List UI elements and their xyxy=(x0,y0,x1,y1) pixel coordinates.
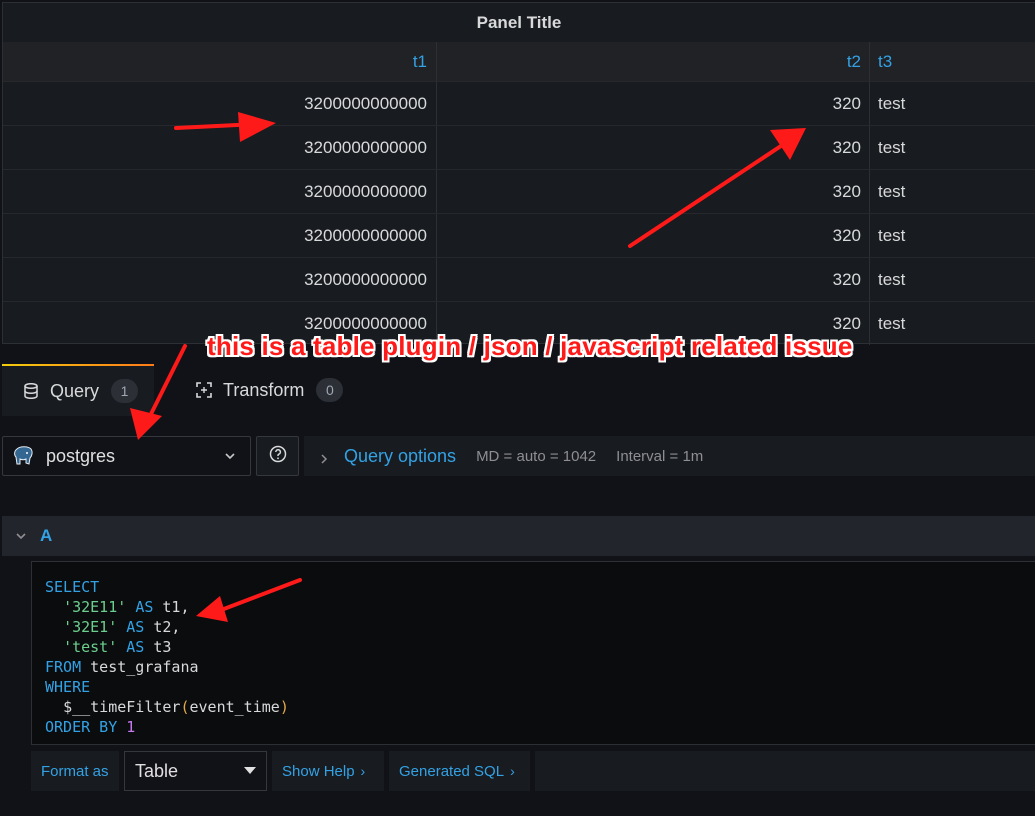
table-cell: 3200000000000 xyxy=(3,82,437,125)
question-circle-icon xyxy=(269,445,287,468)
table-cell: test xyxy=(878,138,906,157)
format-as-select[interactable]: Table xyxy=(124,751,267,791)
generated-sql-label: Generated SQL xyxy=(399,762,505,780)
bottom-bar-filler xyxy=(535,751,1035,791)
sql-keyword: AS xyxy=(126,638,145,656)
query-row-header[interactable]: A xyxy=(2,516,1035,556)
sql-table: test_grafana xyxy=(90,658,199,676)
sql-number: 1 xyxy=(126,718,136,736)
show-help-button[interactable]: Show Help › xyxy=(272,751,384,791)
table-row: 3200000000000 320 test xyxy=(3,213,1035,257)
table-cell: 3200000000000 xyxy=(3,258,437,301)
chevron-right-icon xyxy=(318,450,330,464)
tab-query[interactable]: Query 1 xyxy=(2,364,154,416)
sql-macro: $__timeFilter xyxy=(63,698,181,716)
sql-editor[interactable]: SELECT '32E11' AS t1, '32E1' AS t2, 'tes… xyxy=(31,561,1035,745)
format-as-value: Table xyxy=(135,760,179,781)
sql-keyword: SELECT xyxy=(45,578,100,596)
table-cell: test xyxy=(878,182,906,201)
sql-alias: t3 xyxy=(153,638,172,656)
count-badge: 1 xyxy=(111,379,139,403)
table-cell: 320 xyxy=(437,258,870,301)
max-data-points-info: MD = auto = 1042 xyxy=(476,447,597,465)
table-row: 3200000000000 320 test xyxy=(3,169,1035,213)
generated-sql-button[interactable]: Generated SQL › xyxy=(389,751,530,791)
table-row: 3200000000000 320 test xyxy=(3,81,1035,125)
table-header: t1 t2 t3 xyxy=(3,42,1035,81)
sql-alias: t1, xyxy=(162,598,190,616)
interval-info: Interval = 1m xyxy=(616,447,704,465)
table-row: 3200000000000 320 test xyxy=(3,257,1035,301)
sql-arg: event_time xyxy=(189,698,280,716)
sql-keyword: ORDER BY xyxy=(45,718,118,736)
chevron-right-icon: › xyxy=(510,763,515,779)
data-table: t1 t2 t3 3200000000000 320 test 32000000… xyxy=(3,42,1035,345)
sql-paren: ) xyxy=(279,698,289,716)
tab-label: Query xyxy=(50,380,100,401)
query-ref-id[interactable]: A xyxy=(40,526,52,546)
table-cell: 320 xyxy=(437,126,870,169)
postgres-elephant-icon xyxy=(13,445,35,467)
sql-paren: ( xyxy=(180,698,190,716)
panel-title[interactable]: Panel Title xyxy=(3,3,1035,42)
datasource-picker[interactable]: postgres xyxy=(2,436,251,476)
sql-keyword: FROM xyxy=(45,658,82,676)
table-cell: 320 xyxy=(437,82,870,125)
chevron-right-icon: › xyxy=(360,763,366,779)
table-cell: 3200000000000 xyxy=(3,170,437,213)
column-header-t2[interactable]: t2 xyxy=(437,42,870,81)
count-badge: 0 xyxy=(316,378,344,402)
annotation-text: this is a table plugin / json / javascri… xyxy=(207,331,853,361)
transform-icon xyxy=(195,381,213,399)
table-cell: test xyxy=(878,226,906,245)
database-icon xyxy=(22,382,40,400)
sql-alias: t2, xyxy=(153,618,181,636)
sql-string: '32E11' xyxy=(63,598,127,616)
datasource-help-button[interactable] xyxy=(256,436,299,476)
chevron-down-icon xyxy=(222,448,238,464)
table-cell: test xyxy=(878,314,906,333)
datasource-name: postgres xyxy=(46,445,116,466)
table-cell: test xyxy=(878,94,906,113)
query-options-label[interactable]: Query options xyxy=(344,446,456,467)
column-header-t1[interactable]: t1 xyxy=(3,42,437,81)
table-cell: 3200000000000 xyxy=(3,214,437,257)
format-as-label: Format as xyxy=(31,751,119,791)
tab-transform[interactable]: Transform 0 xyxy=(195,364,344,416)
table-cell: 320 xyxy=(437,170,870,213)
chevron-down-icon[interactable] xyxy=(14,529,28,543)
sql-keyword: WHERE xyxy=(45,678,91,696)
table-cell: 320 xyxy=(437,214,870,257)
sql-keyword: AS xyxy=(126,618,145,636)
query-options-bar[interactable]: Query options MD = auto = 1042 Interval … xyxy=(304,436,1035,476)
sql-string: 'test' xyxy=(63,638,118,656)
table-cell: 3200000000000 xyxy=(3,126,437,169)
table-panel: Panel Title t1 t2 t3 3200000000000 320 t… xyxy=(2,2,1035,345)
table-row: 3200000000000 320 test xyxy=(3,125,1035,169)
sql-keyword: AS xyxy=(135,598,154,616)
table-cell: test xyxy=(878,270,906,289)
show-help-label: Show Help xyxy=(282,762,355,780)
caret-down-icon xyxy=(244,767,256,774)
sql-string: '32E1' xyxy=(63,618,118,636)
column-header-t3[interactable]: t3 xyxy=(870,42,1035,81)
tab-label: Transform xyxy=(223,379,305,400)
editor-tabs: Query 1 Transform 0 xyxy=(0,364,1035,416)
